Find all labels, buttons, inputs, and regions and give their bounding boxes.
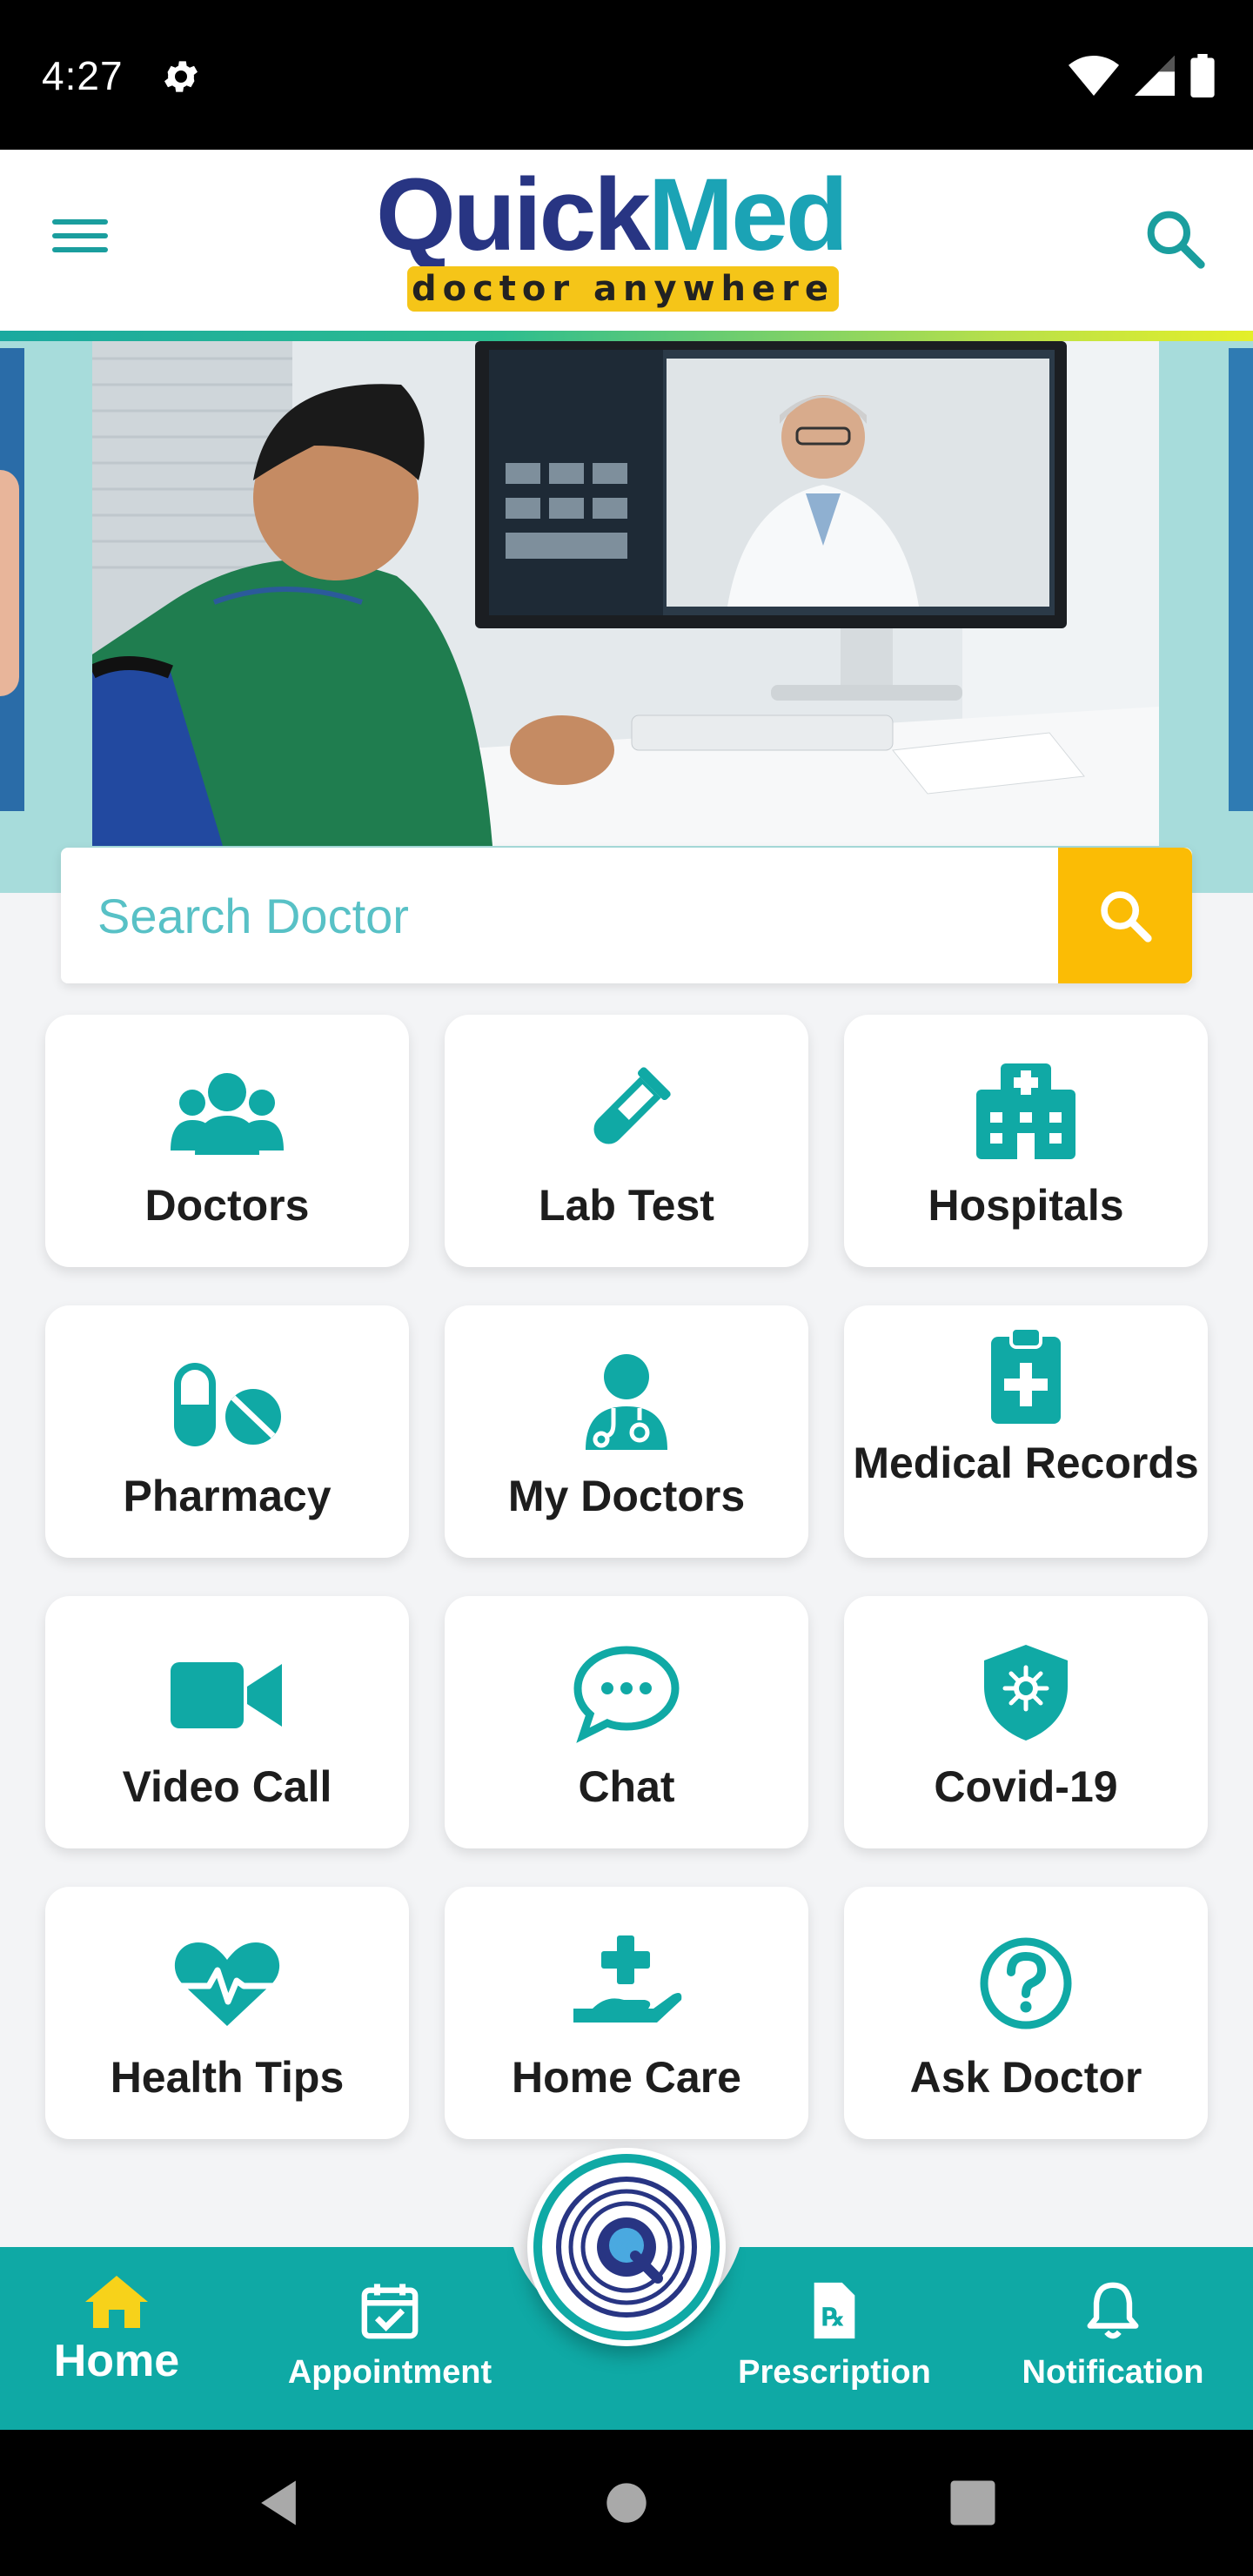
search-submit-button[interactable] xyxy=(1058,848,1192,983)
service-card-home-care[interactable]: Home Care xyxy=(445,1887,808,2139)
service-card-chat[interactable]: Chat xyxy=(445,1596,808,1848)
virus-shield-icon xyxy=(984,1645,1068,1741)
logo-tagline: doctor anywhere xyxy=(407,266,839,312)
users-icon xyxy=(171,1073,284,1155)
video-camera-icon xyxy=(171,1662,282,1728)
service-label: Doctors xyxy=(144,1181,310,1230)
nav-prescription[interactable]: ℞ Prescription xyxy=(734,2280,935,2392)
service-card-lab-test[interactable]: Lab Test xyxy=(445,1015,808,1267)
service-card-hospitals[interactable]: Hospitals xyxy=(844,1015,1208,1267)
service-label: Health Tips xyxy=(110,2053,345,2102)
service-label: Hospitals xyxy=(928,1181,1124,1230)
home-icon xyxy=(85,2276,148,2328)
service-card-video-call[interactable]: Video Call xyxy=(45,1596,409,1848)
cell-signal-icon xyxy=(1135,56,1175,96)
service-card-my-doctors[interactable]: My Doctors xyxy=(445,1305,808,1558)
bell-icon xyxy=(1087,2282,1139,2339)
system-navigation-bar xyxy=(0,2430,1253,2576)
clipboard-medical-icon xyxy=(991,1326,1061,1424)
doctor-icon xyxy=(586,1354,667,1450)
service-card-pharmacy[interactable]: Pharmacy xyxy=(45,1305,409,1558)
nav-appointment-label: Appointment xyxy=(287,2354,492,2391)
heartbeat-icon xyxy=(174,1942,280,2026)
header-accent-line xyxy=(0,331,1253,341)
settings-gear-icon xyxy=(164,61,198,92)
nav-home[interactable]: Home xyxy=(45,2273,188,2387)
wifi-icon xyxy=(1069,56,1119,96)
quickmed-logo-icon xyxy=(533,2154,720,2340)
search-icon[interactable] xyxy=(1140,204,1209,273)
search-icon xyxy=(1101,891,1152,943)
service-label: Covid-19 xyxy=(934,1762,1118,1811)
service-label: Video Call xyxy=(122,1762,332,1811)
nav-prescription-label: Prescription xyxy=(738,2354,931,2391)
hospital-icon xyxy=(976,1063,1075,1159)
banner-illustration xyxy=(92,341,1159,846)
telemedicine-banner-image[interactable] xyxy=(92,341,1159,846)
calendar-check-icon xyxy=(361,2284,419,2339)
quickmed-fab-button[interactable] xyxy=(527,2148,726,2346)
test-tube-icon xyxy=(593,1067,671,1144)
battery-icon xyxy=(1190,54,1215,97)
chat-bubble-icon xyxy=(573,1646,680,1743)
service-label: Chat xyxy=(578,1762,675,1811)
service-label: Home Care xyxy=(512,2053,741,2102)
pills-icon xyxy=(174,1363,281,1446)
doctor-search-bar xyxy=(61,848,1192,983)
banner-prev-slide[interactable] xyxy=(0,348,24,811)
status-time: 4:27 xyxy=(42,53,124,98)
hamburger-menu-icon[interactable] xyxy=(52,211,115,266)
service-label: My Doctors xyxy=(507,1472,746,1520)
logo-wordmark: QuickMed xyxy=(376,158,848,272)
svg-text:℞: ℞ xyxy=(821,2303,844,2332)
question-circle-icon xyxy=(980,1937,1072,2029)
service-label: Ask Doctor xyxy=(909,2053,1142,2102)
banner-next-slide[interactable] xyxy=(1229,348,1253,811)
home-circle-icon[interactable] xyxy=(597,2473,656,2532)
service-card-medical-records[interactable]: Medical Records xyxy=(844,1305,1208,1558)
nav-notification-label: Notification xyxy=(1022,2354,1204,2391)
service-label: Medical Records xyxy=(853,1439,1199,1487)
service-card-covid-19[interactable]: Covid-19 xyxy=(844,1596,1208,1848)
nav-home-label: Home xyxy=(53,2336,180,2386)
service-label: Pharmacy xyxy=(123,1472,332,1520)
nav-notification[interactable]: Notification xyxy=(1013,2280,1213,2392)
back-icon[interactable] xyxy=(249,2473,308,2532)
status-indicators xyxy=(1069,54,1215,97)
service-label: Lab Test xyxy=(539,1181,714,1230)
status-bar: 4:27 xyxy=(0,0,1253,150)
prescription-icon: ℞ xyxy=(814,2282,855,2339)
service-card-ask-doctor[interactable]: Ask Doctor xyxy=(844,1887,1208,2139)
app-header: QuickMed doctor anywhere xyxy=(0,150,1253,334)
services-grid: Doctors Lab Test Hospitals Pharmacy My D… xyxy=(45,1015,1208,2139)
hand-medical-icon xyxy=(573,1935,682,2023)
search-doctor-input[interactable] xyxy=(97,882,1055,949)
service-card-health-tips[interactable]: Health Tips xyxy=(45,1887,409,2139)
recents-square-icon[interactable] xyxy=(943,2473,1002,2532)
nav-appointment[interactable]: Appointment xyxy=(277,2280,503,2392)
quickmed-logo: QuickMed doctor anywhere xyxy=(376,164,881,320)
service-card-doctors[interactable]: Doctors xyxy=(45,1015,409,1267)
